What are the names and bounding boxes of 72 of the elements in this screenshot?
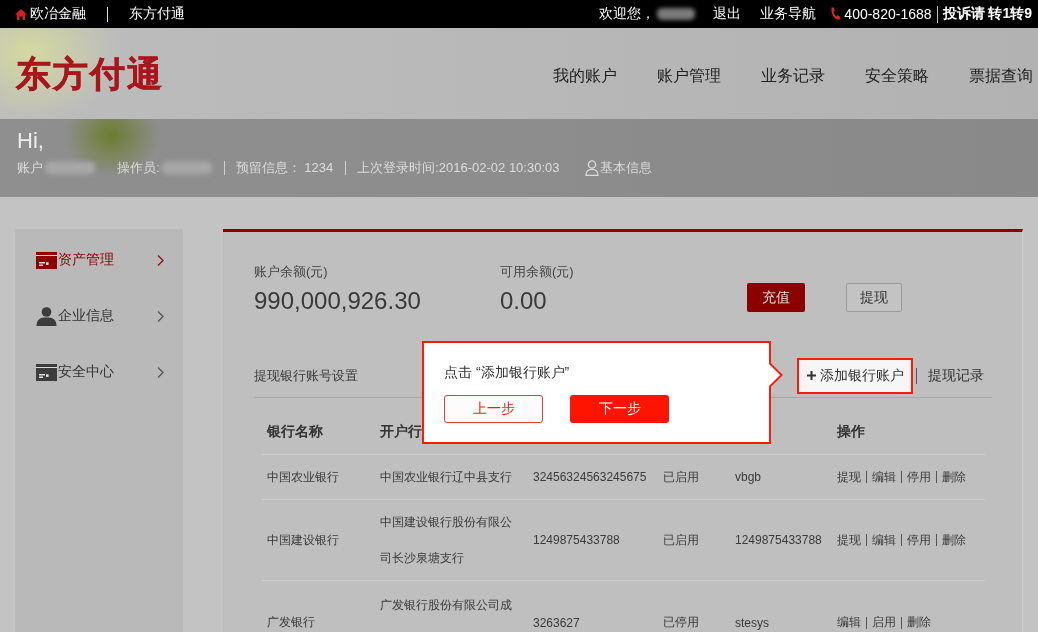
- chevron-right-icon: [157, 254, 164, 266]
- sidebar-item[interactable]: 资产管理: [15, 232, 183, 288]
- action-link[interactable]: 提现: [837, 531, 861, 549]
- info-text: 上次登录时间:2016-02-02 10:30:03: [357, 159, 560, 177]
- section-title: 提现银行账号设置: [254, 366, 358, 385]
- nav-link[interactable]: 我的账户: [553, 66, 617, 87]
- table-cell: 中国建设银行股份有限公司长沙泉塘支行: [380, 515, 512, 565]
- table-cell: 3263627: [533, 615, 580, 630]
- table-cell: 1249875433788: [735, 533, 822, 547]
- balance-label: 账户余额(元): [254, 263, 328, 281]
- nav-link[interactable]: 安全策略: [865, 66, 929, 87]
- person-icon: [36, 306, 57, 326]
- nav-link[interactable]: 账户管理: [657, 66, 721, 87]
- navigation-link[interactable]: 业务导航: [760, 5, 817, 23]
- complaint-hotline: 投诉请 转1转9: [942, 5, 1032, 23]
- action-link[interactable]: 停用: [907, 468, 931, 486]
- previous-step-button[interactable]: 上一步: [444, 395, 543, 423]
- action-link[interactable]: 删除: [942, 531, 966, 549]
- brand-link[interactable]: 欧冶金融: [30, 5, 86, 23]
- welcome-text: 欢迎您，: [599, 5, 656, 23]
- greeting-text: Hi,: [17, 127, 44, 155]
- table-cell: 已启用: [663, 469, 699, 484]
- add-bank-account-button[interactable]: 添加银行账户: [797, 357, 913, 394]
- action-link[interactable]: 编辑: [872, 468, 896, 486]
- sidebar-item[interactable]: 安全中心: [15, 344, 183, 400]
- balance-amount: 0.00: [500, 286, 547, 316]
- action-link[interactable]: 删除: [907, 614, 931, 631]
- table-cell: 中国农业银行辽中县支行: [380, 470, 512, 484]
- withdraw-history-link[interactable]: 提现记录: [928, 366, 984, 385]
- info-text: 操作员:: [117, 159, 160, 177]
- next-step-button[interactable]: 下一步: [570, 395, 669, 423]
- column-header: 开户行: [380, 423, 422, 439]
- phone-icon: [830, 7, 841, 21]
- site-logo: 东方付通: [16, 53, 164, 94]
- sidebar-item[interactable]: 企业信息: [15, 288, 183, 344]
- action-link[interactable]: 停用: [907, 531, 931, 549]
- action-link[interactable]: 编辑: [872, 531, 896, 549]
- action-link[interactable]: 提现: [837, 468, 861, 486]
- action-link[interactable]: 删除: [942, 468, 966, 486]
- column-header: 操作: [837, 423, 865, 439]
- plus-icon: [806, 371, 816, 380]
- card-icon: [36, 363, 57, 381]
- table-cell: 已启用: [663, 532, 699, 547]
- table-cell: 广发银行: [267, 615, 315, 629]
- table-cell: 已停用: [663, 615, 699, 629]
- nav-link[interactable]: 业务记录: [761, 66, 825, 87]
- user-icon: [584, 160, 599, 176]
- table-cell: 广发银行股份有限公司成: [380, 598, 512, 612]
- info-text: 账户: [17, 159, 43, 177]
- table-cell: 中国建设银行: [267, 532, 339, 547]
- recharge-button[interactable]: 充值: [747, 283, 805, 312]
- phone-number: 400-820-1688: [844, 6, 932, 22]
- action-link[interactable]: 启用: [872, 614, 896, 631]
- logout-link[interactable]: 退出: [713, 5, 742, 23]
- column-header: 银行名称: [267, 423, 323, 439]
- table-cell: stesys: [735, 615, 769, 630]
- withdraw-button[interactable]: 提现: [846, 283, 902, 312]
- nav-link[interactable]: 票据查询: [969, 66, 1033, 87]
- popover-message: 点击 “添加银行账户”: [444, 363, 570, 382]
- home-icon: [15, 8, 27, 20]
- table-cell: 中国农业银行: [267, 469, 339, 484]
- action-link[interactable]: 编辑: [837, 614, 861, 631]
- balance-amount: 990,000,926.30: [254, 286, 421, 316]
- table-cell: 1249875433788: [533, 533, 620, 547]
- card-icon: [36, 251, 57, 269]
- table-cell: vbgb: [735, 470, 762, 484]
- info-text: 预留信息： 1234: [235, 159, 334, 177]
- table-cell: 32456324563245675: [533, 470, 647, 484]
- balance-label: 可用余额(元): [500, 263, 574, 281]
- chevron-right-icon: [157, 366, 164, 378]
- site-link[interactable]: 东方付通: [129, 5, 185, 23]
- chevron-right-icon: [157, 310, 164, 322]
